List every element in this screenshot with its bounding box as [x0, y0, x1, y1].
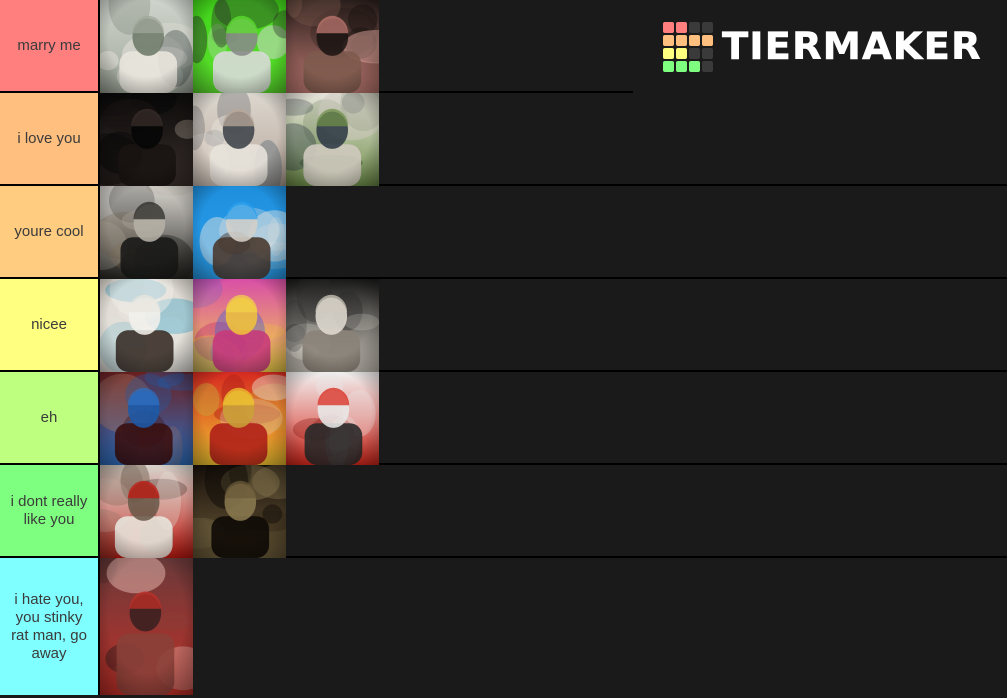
tiermaker-board: TiERMAKER marry me i love you youre cool ni… — [0, 0, 1007, 698]
tier-items[interactable] — [100, 186, 1007, 279]
tier-label[interactable]: nicee — [0, 279, 100, 370]
man-with-head-mirror-doctor[interactable] — [100, 279, 193, 372]
tier-label[interactable]: youre cool — [0, 186, 100, 277]
tier-items[interactable] — [100, 93, 1007, 186]
person-in-sailor-outfit-red-hair[interactable] — [286, 372, 379, 465]
person-walking-garden-path[interactable] — [286, 93, 379, 186]
man-on-green-screen-patterned-shirt[interactable] — [193, 0, 286, 93]
tier-label[interactable]: i hate you, you stinky rat man, go away — [0, 558, 100, 695]
tier-items[interactable] — [100, 0, 1007, 93]
man-with-bowtie-and-suspenders[interactable] — [193, 279, 286, 372]
man-in-white-tshirt-indoors[interactable] — [193, 93, 286, 186]
explorer-in-military-jacket[interactable] — [193, 465, 286, 558]
dark-vintage-portrait[interactable] — [100, 93, 193, 186]
man-in-blue-g-shirt[interactable] — [193, 186, 286, 279]
man-in-suit-with-glasses[interactable] — [286, 279, 379, 372]
pirate-captain-costume[interactable] — [100, 186, 193, 279]
tier-row: i hate you, you stinky rat man, go away — [0, 558, 1007, 695]
tier-label[interactable]: i love you — [0, 93, 100, 184]
tier-items[interactable] — [100, 465, 1007, 558]
tier-row: i love you — [0, 93, 1007, 186]
man-with-red-face-covering[interactable] — [286, 0, 379, 93]
tier-row: marry me — [0, 0, 1007, 93]
tier-items[interactable] — [100, 558, 1007, 695]
tier-items[interactable] — [100, 372, 1007, 465]
tier-row: i dont really like you — [0, 465, 1007, 558]
tier-label[interactable]: eh — [0, 372, 100, 463]
man-in-king-crown-costume[interactable] — [193, 372, 286, 465]
tier-items[interactable] — [100, 279, 1007, 372]
tier-label[interactable]: i dont really like you — [0, 465, 100, 556]
tier-rows-container: marry me i love you youre cool nicee eh i don… — [0, 0, 1007, 695]
cowboy-with-hat-and-suspenders[interactable] — [100, 465, 193, 558]
tier-row: eh — [0, 372, 1007, 465]
man-in-grey-suit-outdoors[interactable] — [100, 0, 193, 93]
man-in-blue-shirt-red-backdrop[interactable] — [100, 372, 193, 465]
tier-row: youre cool — [0, 186, 1007, 279]
tier-label[interactable]: marry me — [0, 0, 100, 91]
animated-figure-in-red-suit[interactable] — [100, 558, 193, 695]
tier-row: nicee — [0, 279, 1007, 372]
